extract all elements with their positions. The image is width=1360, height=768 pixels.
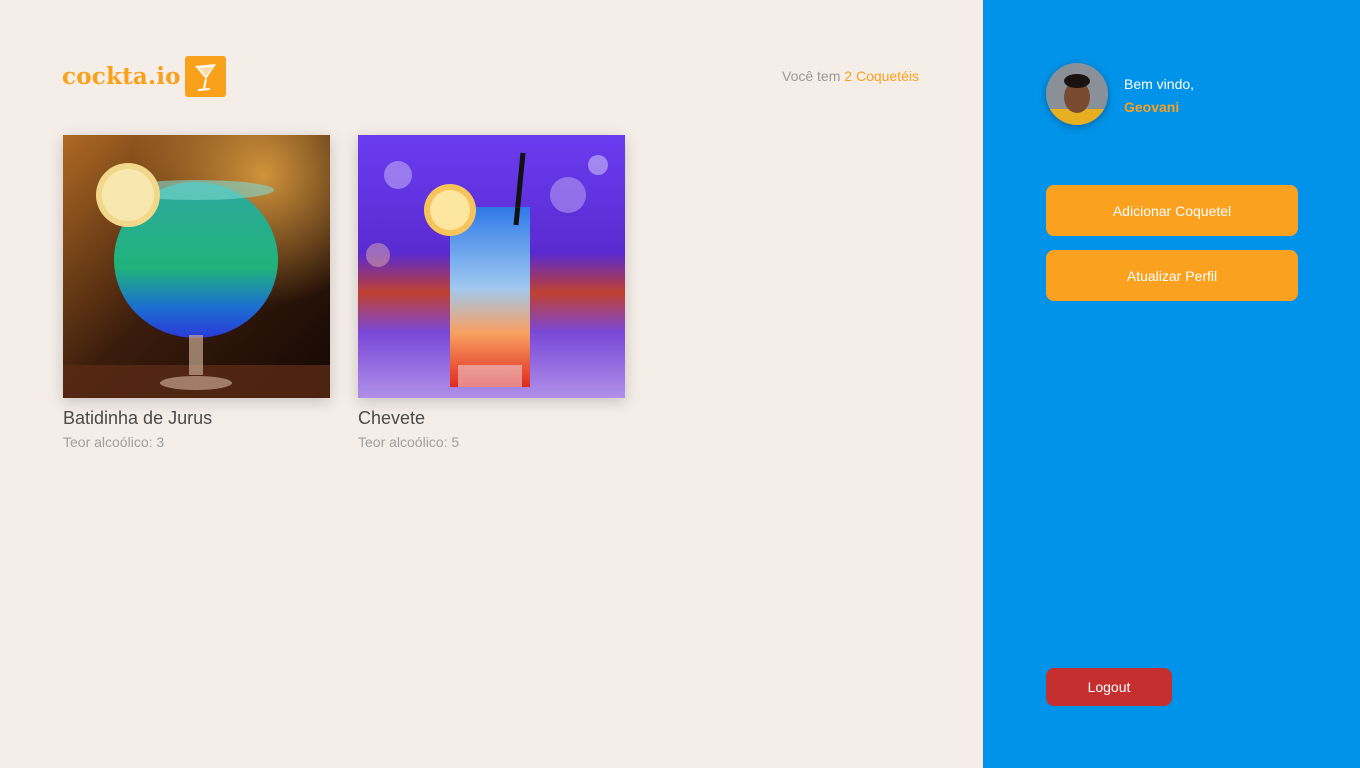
- update-profile-button[interactable]: Atualizar Perfil: [1046, 250, 1298, 301]
- user-name: Geovani: [1124, 99, 1180, 115]
- count-prefix: Você tem: [782, 68, 841, 84]
- cocktail-image[interactable]: [358, 135, 625, 398]
- cocktail-image[interactable]: [63, 135, 330, 398]
- logo[interactable]: cockta.io: [62, 56, 226, 97]
- welcome-label: Bem vindo,: [1124, 76, 1195, 92]
- cocktail-abv: Teor alcoólico: 3: [63, 434, 165, 450]
- avatar[interactable]: [1046, 63, 1108, 125]
- cocktail-count: Você tem 2 Coquetéis: [782, 68, 919, 84]
- add-cocktail-button[interactable]: Adicionar Coquetel: [1046, 185, 1298, 236]
- cocktail-name: Batidinha de Jurus: [63, 408, 213, 428]
- logout-button[interactable]: Logout: [1046, 668, 1172, 706]
- cocktail-card[interactable]: Chevete Teor alcoólico: 5: [358, 135, 625, 450]
- cocktail-name: Chevete: [358, 408, 426, 428]
- cocktail-card[interactable]: Batidinha de Jurus Teor alcoólico: 3: [63, 135, 330, 450]
- cocktail-glass-icon: [184, 56, 226, 97]
- cocktail-abv: Teor alcoólico: 5: [358, 434, 460, 450]
- sidebar: Bem vindo, Geovani Adicionar Coquetel At…: [983, 0, 1360, 768]
- count-highlight: 2 Coquetéis: [844, 68, 919, 84]
- main-content: cockta.io Você tem 2 Coquetéis Batidinha…: [0, 0, 983, 768]
- logo-text: cockta.io: [62, 63, 181, 90]
- welcome-message: Bem vindo, Geovani: [1124, 73, 1194, 119]
